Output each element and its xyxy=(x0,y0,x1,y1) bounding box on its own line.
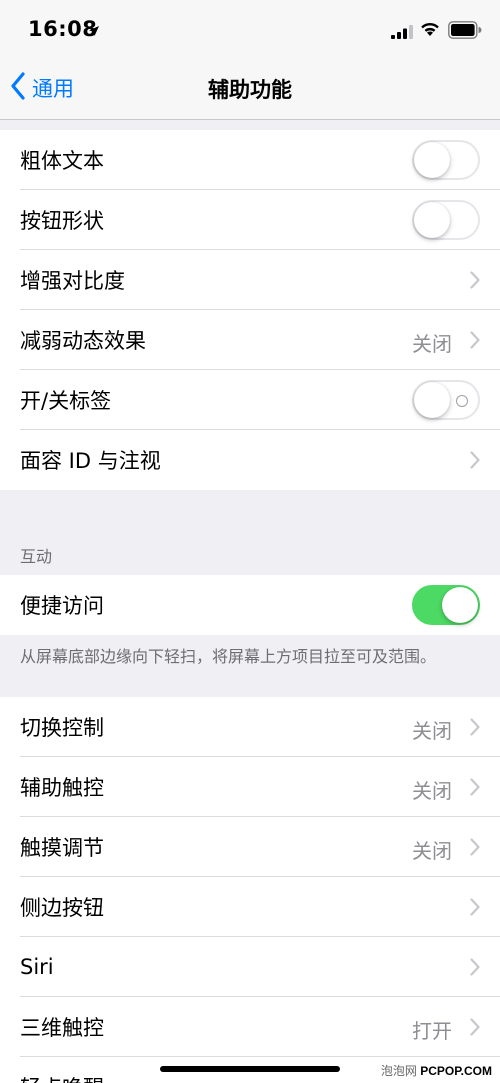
interaction-group: 便捷访问 xyxy=(0,575,500,635)
row-label: Siri xyxy=(20,955,54,979)
row-value: 关闭 xyxy=(412,332,452,356)
row-value: 关闭 xyxy=(412,719,452,743)
row-label: 开/关标签 xyxy=(20,389,112,413)
row-label: 触摸调节 xyxy=(20,836,104,860)
row-label: 侧边按钮 xyxy=(20,896,104,920)
settings-row-siri[interactable]: Siri xyxy=(0,937,500,997)
toggle-knob xyxy=(414,142,450,178)
settings-row-switch-control[interactable]: 切换控制 关闭 xyxy=(0,697,500,757)
chevron-right-icon xyxy=(470,331,480,353)
settings-row-side-button[interactable]: 侧边按钮 xyxy=(0,877,500,937)
row-label: 减弱动态效果 xyxy=(20,329,146,353)
location-arrow-icon xyxy=(88,22,100,41)
chevron-right-icon xyxy=(470,718,480,740)
settings-row-bold-text[interactable]: 粗体文本 xyxy=(0,130,500,190)
row-label: 辅助触控 xyxy=(20,776,104,800)
settings-row-increase-contrast[interactable]: 增强对比度 xyxy=(0,250,500,310)
toggle-knob xyxy=(414,202,450,238)
chevron-right-icon xyxy=(470,1018,480,1040)
row-label: 面容 ID 与注视 xyxy=(20,449,161,473)
toggle-knob xyxy=(442,587,478,623)
chevron-right-icon xyxy=(470,271,480,293)
settings-row-reduce-motion[interactable]: 减弱动态效果 关闭 xyxy=(0,310,500,370)
watermark-cn: 泡泡网 xyxy=(380,1064,417,1078)
row-label: 三维触控 xyxy=(20,1016,104,1040)
status-bar: 16:08 xyxy=(0,0,500,56)
navigation-bar: 通用 辅助功能 xyxy=(0,56,500,120)
wifi-icon xyxy=(419,21,441,41)
vision-settings-group: 粗体文本 按钮形状 增强对比度 减弱动态效果 关闭 开/关标签 面容 ID 与注… xyxy=(0,130,500,490)
section-header-interaction: 互动 xyxy=(20,547,53,566)
cellular-signal-icon xyxy=(391,24,413,43)
chevron-right-icon xyxy=(470,958,480,980)
row-label: 切换控制 xyxy=(20,716,104,740)
row-value: 打开 xyxy=(412,1019,452,1043)
row-label: 轻点唤醒 xyxy=(20,1072,104,1083)
off-label-circle-icon xyxy=(456,395,468,407)
chevron-right-icon xyxy=(470,451,480,473)
row-value: 关闭 xyxy=(412,779,452,803)
page-title: 辅助功能 xyxy=(208,78,292,102)
chevron-right-icon xyxy=(470,778,480,800)
reachability-footer-note: 从屏幕底部边缘向下轻扫，将屏幕上方项目拉至可及范围。 xyxy=(20,647,437,666)
interaction-settings-group: 切换控制 关闭 辅助触控 关闭 触摸调节 关闭 侧边按钮 Siri 三维触控 打… xyxy=(0,697,500,1083)
on-off-labels-toggle[interactable] xyxy=(412,380,480,420)
watermark-en: PCPOP.COM xyxy=(420,1064,492,1078)
chevron-right-icon xyxy=(470,838,480,860)
settings-row-button-shapes[interactable]: 按钮形状 xyxy=(0,190,500,250)
settings-row-3d-touch[interactable]: 三维触控 打开 xyxy=(0,997,500,1057)
reachability-toggle[interactable] xyxy=(412,585,480,625)
row-label: 增强对比度 xyxy=(20,269,125,293)
settings-row-on-off-labels[interactable]: 开/关标签 xyxy=(0,370,500,430)
watermark: 泡泡网 PCPOP.COM xyxy=(381,1062,492,1079)
settings-row-touch-accommodations[interactable]: 触摸调节 关闭 xyxy=(0,817,500,877)
settings-row-reachability[interactable]: 便捷访问 xyxy=(0,575,500,635)
status-time: 16:08 xyxy=(28,17,98,41)
home-indicator[interactable] xyxy=(160,1066,340,1072)
settings-row-face-id-attention[interactable]: 面容 ID 与注视 xyxy=(0,430,500,490)
row-label: 按钮形状 xyxy=(20,209,104,233)
row-value: 关闭 xyxy=(412,839,452,863)
row-label: 便捷访问 xyxy=(20,594,104,618)
battery-icon xyxy=(448,21,482,43)
button-shapes-toggle[interactable] xyxy=(412,200,480,240)
chevron-right-icon xyxy=(470,898,480,920)
bold-text-toggle[interactable] xyxy=(412,140,480,180)
row-label: 粗体文本 xyxy=(20,149,104,173)
toggle-knob xyxy=(414,382,450,418)
settings-row-assistive-touch[interactable]: 辅助触控 关闭 xyxy=(0,757,500,817)
